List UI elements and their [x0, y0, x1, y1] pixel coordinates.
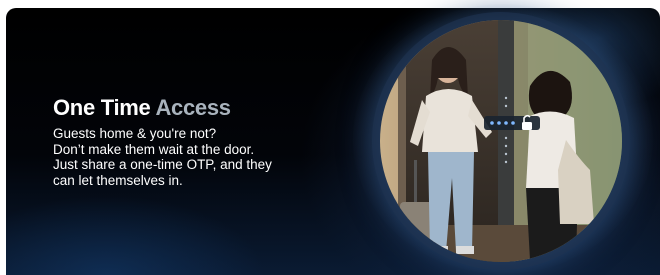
door-scene-image — [380, 20, 622, 262]
description-line: Don’t make them wait at the door. — [53, 141, 255, 157]
description-line: Guests home & you're not? — [53, 126, 217, 141]
page: One Time Access Guests home & you're not… — [0, 0, 660, 275]
hero-title: One Time Access — [53, 95, 231, 121]
description-line: can let themselves in. — [53, 172, 183, 188]
hero-title-accent: Access — [155, 95, 231, 120]
peephole-photo — [380, 20, 622, 262]
description-line: Just share a one-time OTP, and they — [53, 157, 272, 172]
hero-title-main: One Time — [53, 95, 151, 120]
hero-description: Guests home & you're not? Don’t make the… — [53, 126, 323, 188]
